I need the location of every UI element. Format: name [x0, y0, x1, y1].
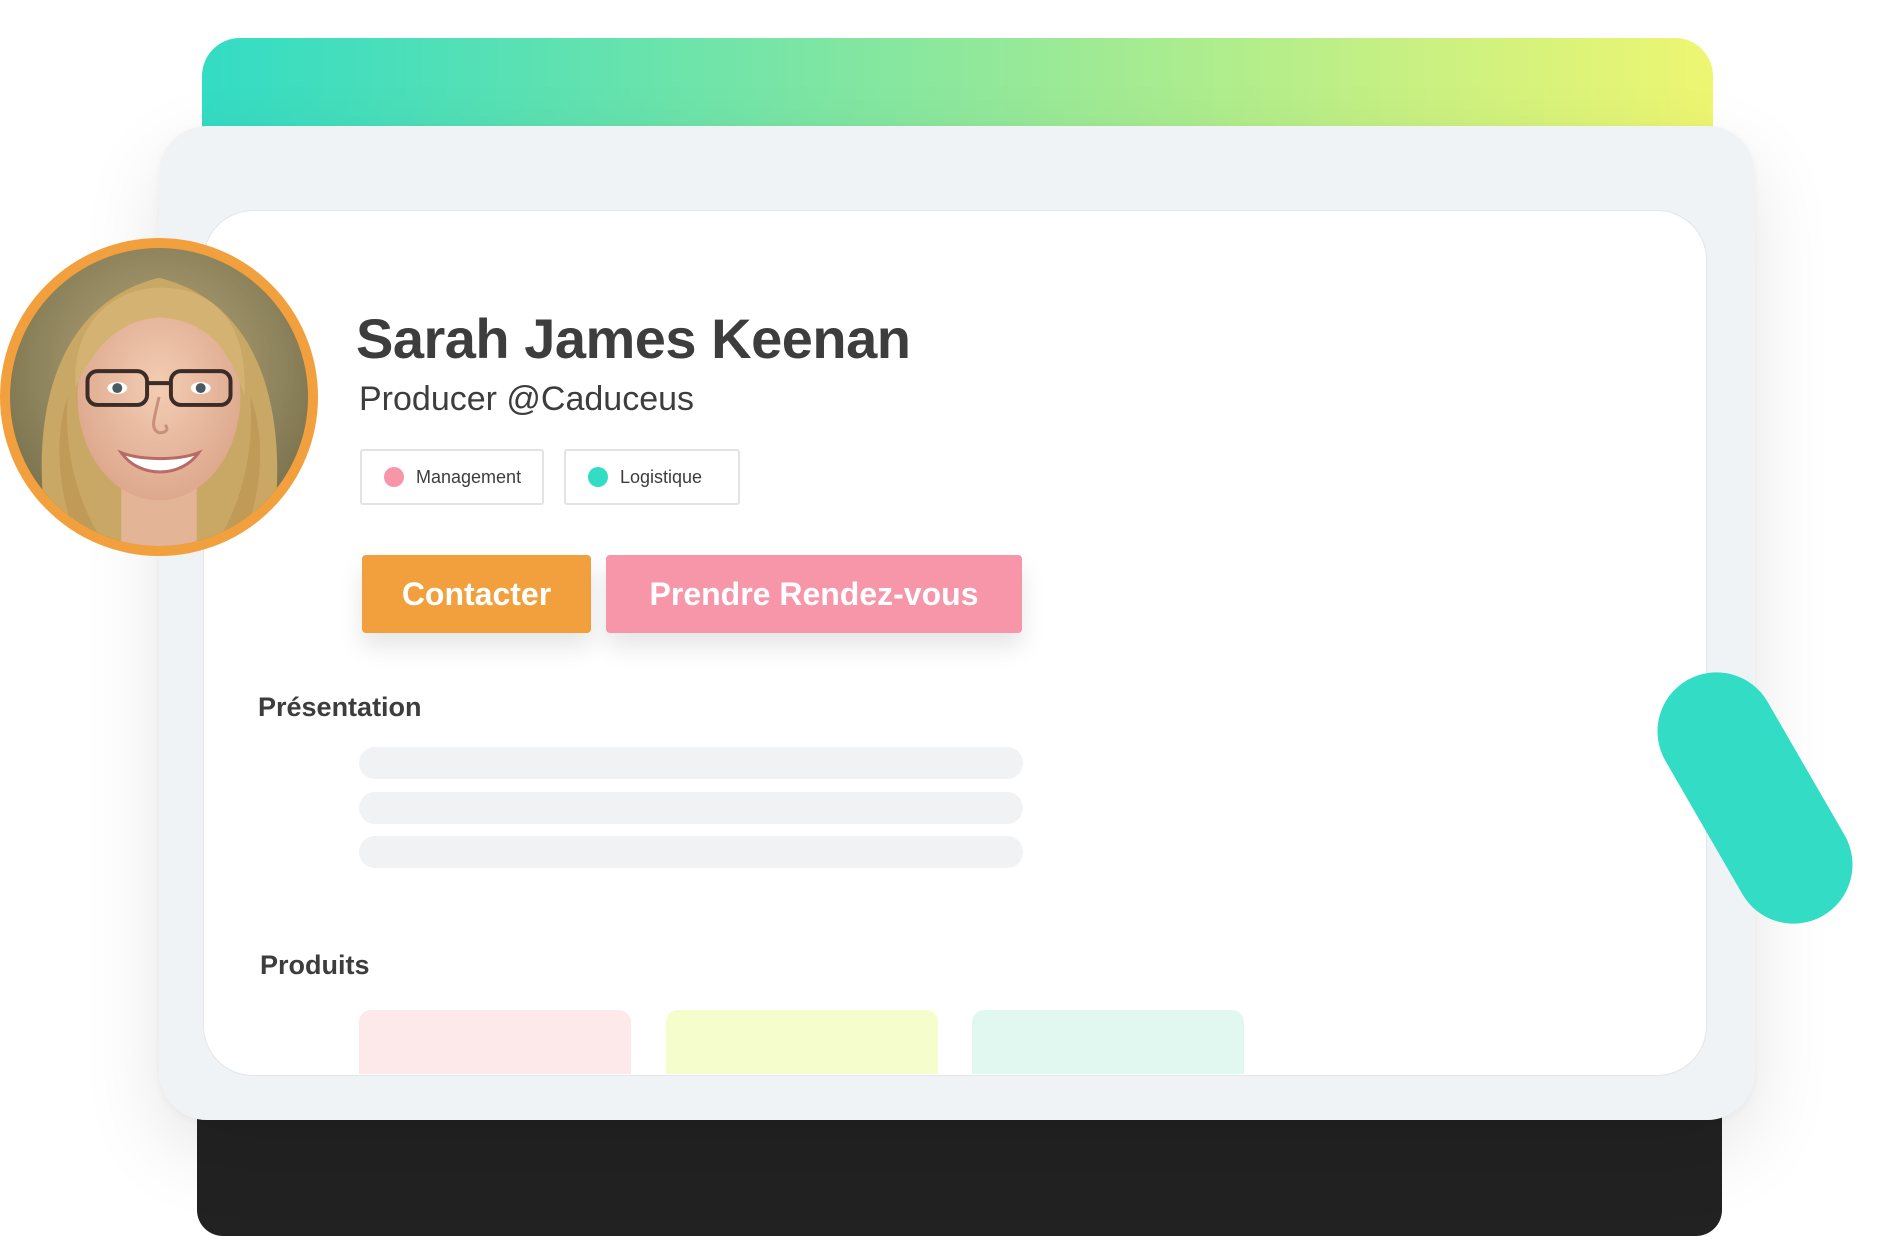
- person-photo-icon: [10, 248, 308, 546]
- presentation-placeholder-line: [359, 836, 1023, 868]
- profile-role: Producer @Caduceus: [359, 380, 695, 418]
- product-card[interactable]: [359, 1010, 631, 1074]
- profile-name: Sarah James Keenan: [356, 307, 911, 370]
- avatar-photo: [10, 248, 308, 546]
- tag-management[interactable]: Management: [360, 449, 544, 505]
- presentation-placeholder-line: [359, 792, 1023, 824]
- tag-dot-icon: [384, 467, 404, 487]
- tag-logistique[interactable]: Logistique: [564, 449, 740, 505]
- product-card[interactable]: [666, 1010, 938, 1074]
- tag-dot-icon: [588, 467, 608, 487]
- product-card[interactable]: [972, 1010, 1244, 1074]
- avatar[interactable]: [0, 238, 318, 556]
- contact-button[interactable]: Contacter: [362, 555, 591, 633]
- tag-label: Management: [416, 466, 522, 487]
- presentation-heading: Présentation: [258, 692, 422, 722]
- tag-label: Logistique: [620, 466, 703, 487]
- presentation-placeholder-line: [359, 747, 1023, 779]
- products-heading: Produits: [260, 950, 370, 980]
- appointment-button[interactable]: Prendre Rendez-vous: [606, 555, 1022, 633]
